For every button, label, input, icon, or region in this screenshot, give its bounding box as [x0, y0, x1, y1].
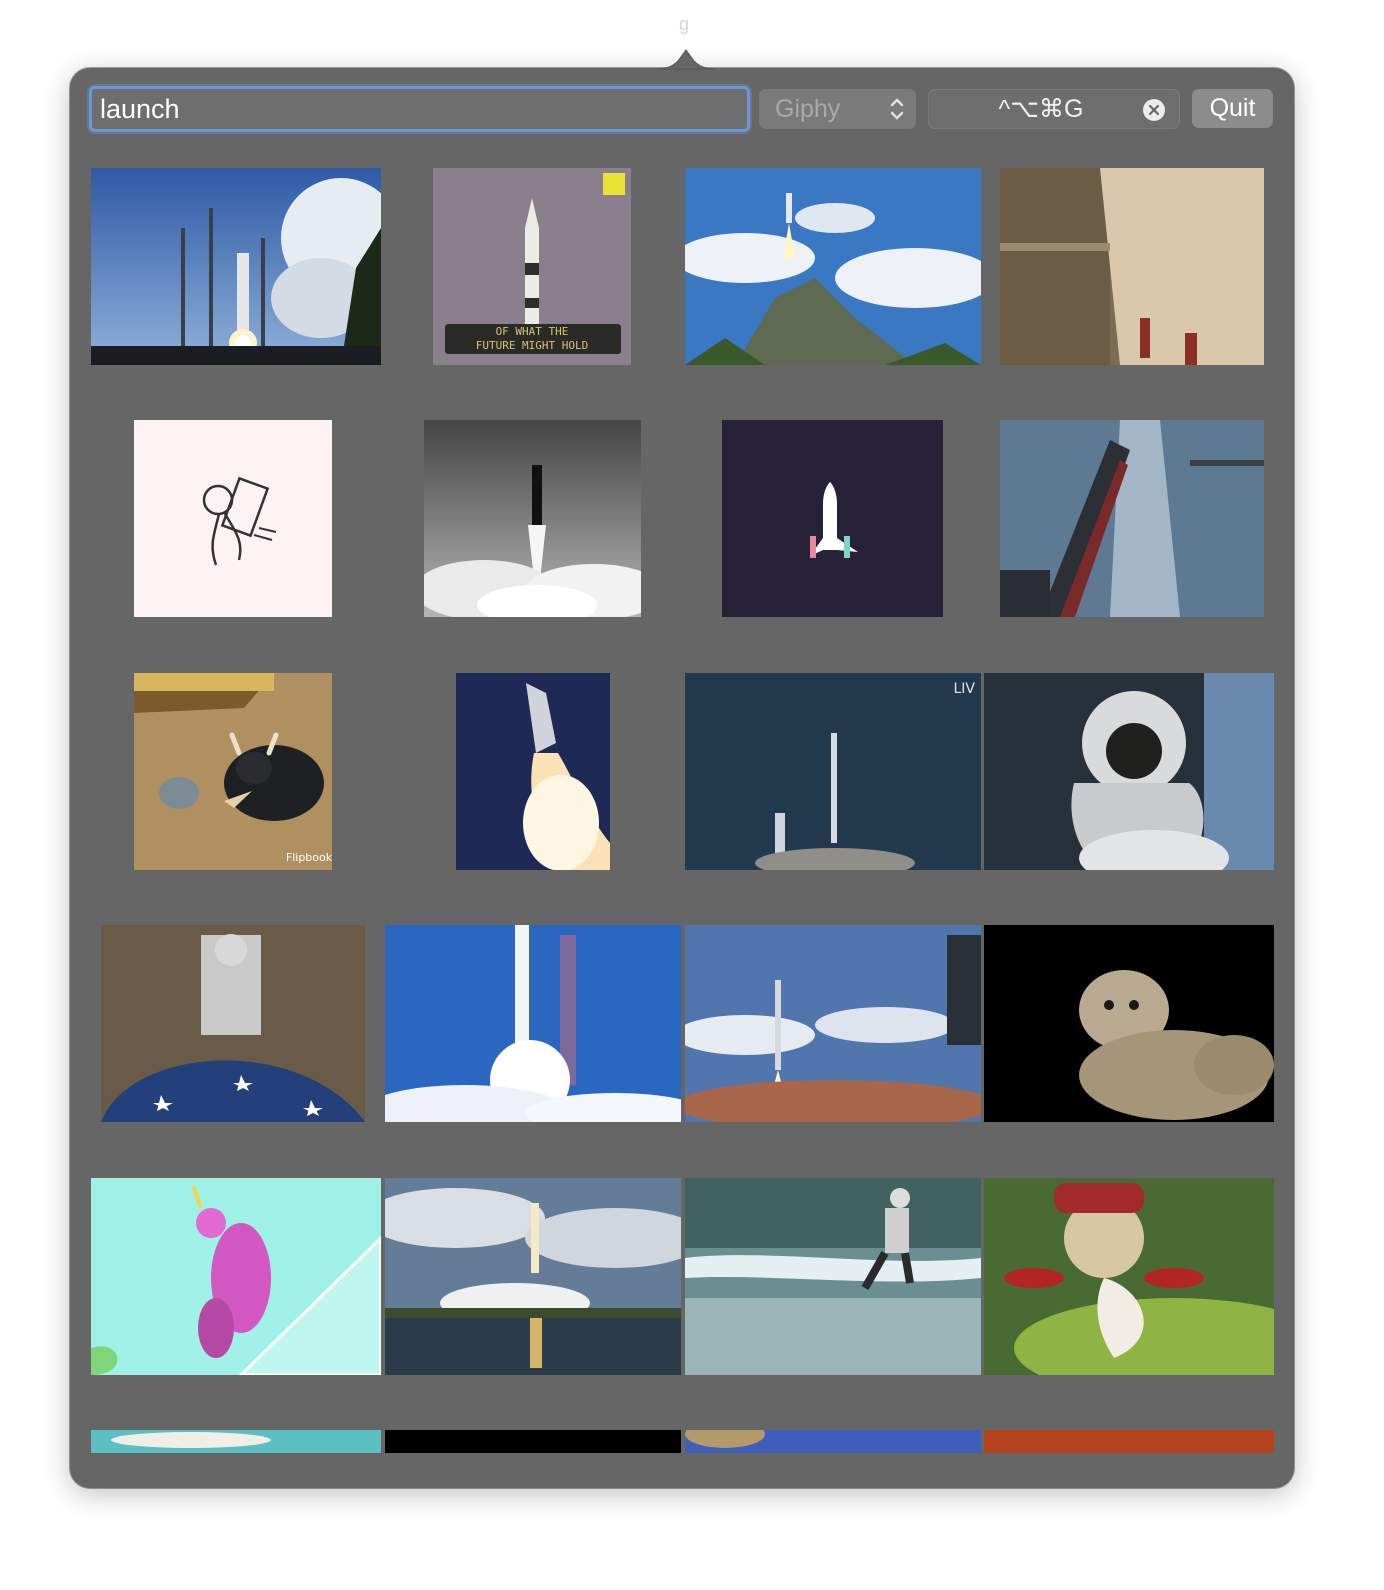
gif-stuntman-rocket[interactable] [101, 925, 365, 1122]
gif-saturn-v-rocket[interactable]: OF WHAT THE FUTURE MIGHT HOLD [433, 168, 631, 365]
gif-unicorn-cartoon[interactable] [91, 1178, 381, 1375]
gif-rocket-from-mountain[interactable] [685, 168, 981, 365]
caption-line-1: OF WHAT THE [496, 325, 569, 338]
gif-bull-cartoon[interactable]: Flipbook [134, 673, 332, 870]
gif-jetpack-doodle[interactable] [134, 420, 332, 617]
watermark-flipbook: Flipbook [286, 851, 332, 864]
gif-rocket-tower-blue[interactable] [1000, 420, 1264, 617]
menubar-icon[interactable]: g [676, 14, 692, 36]
provider-select-label: Giphy [775, 95, 841, 123]
gif-partial-sky[interactable] [91, 1430, 381, 1453]
quit-button[interactable]: Quit [1192, 89, 1273, 128]
gif-cat-cloud[interactable] [984, 925, 1274, 1122]
gif-jetpack-beach[interactable] [685, 1178, 981, 1375]
clear-circle-icon[interactable] [1142, 98, 1166, 122]
gif-snail-jetpack[interactable] [984, 1178, 1274, 1375]
gif-partial-space[interactable] [685, 1430, 981, 1453]
gif-shuttle-reflection[interactable] [385, 1178, 681, 1375]
gif-sepia-building[interactable] [1000, 168, 1264, 365]
gif-partial-black[interactable] [385, 1430, 681, 1453]
gif-shuttle-bw[interactable] [424, 420, 641, 617]
caption-line-2: FUTURE MIGHT HOLD [476, 339, 589, 352]
popover-arrow [656, 49, 716, 70]
gif-falcon-heavy[interactable] [685, 925, 981, 1122]
provider-select[interactable]: Giphy [759, 89, 916, 129]
gif-partial-red[interactable] [984, 1430, 1274, 1453]
gif-rocket-liftoff-blue[interactable] [385, 925, 681, 1122]
shortcut-value: ^⌥⌘G [998, 95, 1084, 123]
search-input[interactable] [89, 86, 750, 132]
gif-rocket-launch-towers[interactable] [91, 168, 381, 365]
shortcut-recorder[interactable]: ^⌥⌘G [928, 89, 1180, 129]
gif-astronaut-space[interactable] [984, 673, 1274, 870]
live-label: LIV [953, 681, 975, 697]
gif-falcon-launch-live[interactable]: LIV [685, 673, 981, 870]
chevron-up-down-icon [890, 98, 904, 120]
gif-shuttle-boosters[interactable] [456, 673, 610, 870]
gif-shuttle-icon-dark[interactable] [722, 420, 943, 617]
